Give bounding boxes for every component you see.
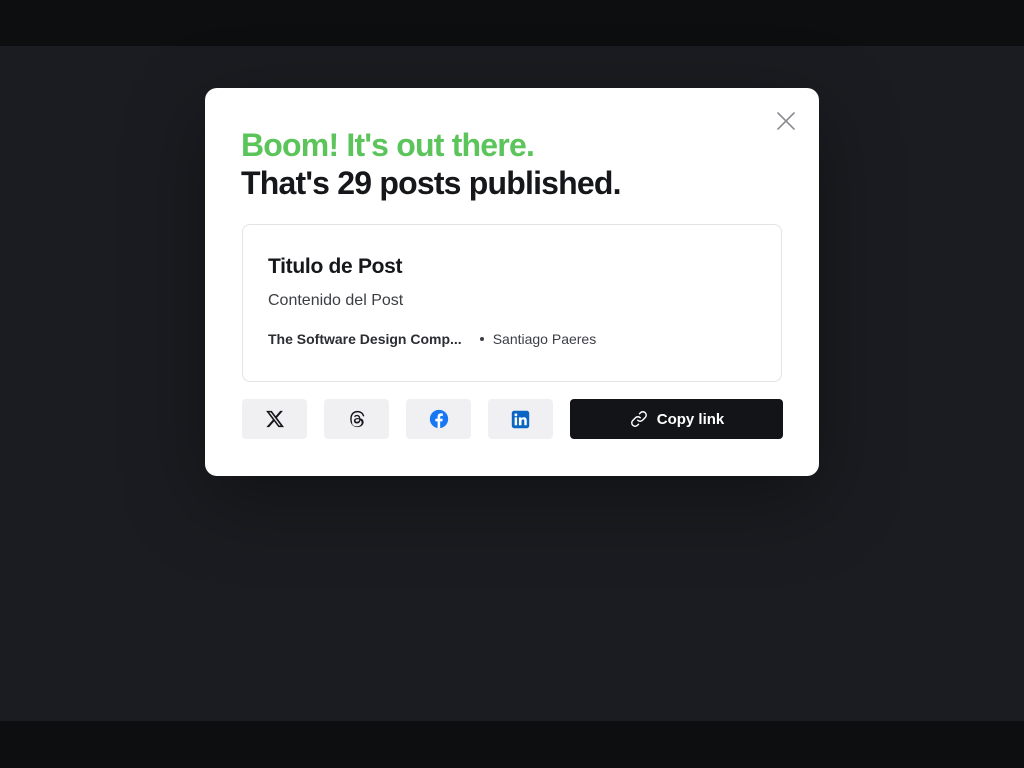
x-twitter-icon <box>265 410 284 428</box>
headline-main: That's 29 posts published. <box>241 165 622 201</box>
post-title: Titulo de Post <box>268 255 403 278</box>
copy-link-button[interactable]: Copy link <box>570 399 783 439</box>
share-row: Copy link <box>242 399 783 439</box>
post-content: Contenido del Post <box>268 292 404 309</box>
linkedin-icon <box>511 410 530 428</box>
facebook-icon <box>429 409 448 429</box>
link-icon <box>630 411 647 427</box>
share-x-button[interactable] <box>242 399 307 439</box>
share-facebook-button[interactable] <box>406 399 471 439</box>
post-author: Santiago Paeres <box>492 331 597 347</box>
headline-accent: Boom! It's out there. <box>241 127 535 163</box>
close-icon <box>777 112 795 130</box>
bottom-bar <box>0 721 1024 768</box>
close-button[interactable] <box>775 110 797 132</box>
publish-success-modal: Boom! It's out there. That's 29 posts pu… <box>205 88 819 476</box>
threads-icon <box>349 410 364 428</box>
post-meta: The Software Design Comp... Santiago Pae… <box>268 331 596 347</box>
share-threads-button[interactable] <box>324 399 389 439</box>
top-bar <box>0 0 1024 46</box>
share-linkedin-button[interactable] <box>488 399 553 439</box>
post-company: The Software Design Comp... <box>268 331 462 347</box>
headline: Boom! It's out there. That's 29 posts pu… <box>241 126 761 202</box>
post-preview-card: Titulo de Post Contenido del Post The So… <box>242 224 782 382</box>
copy-link-label: Copy link <box>656 410 725 428</box>
separator-dot <box>479 337 484 341</box>
